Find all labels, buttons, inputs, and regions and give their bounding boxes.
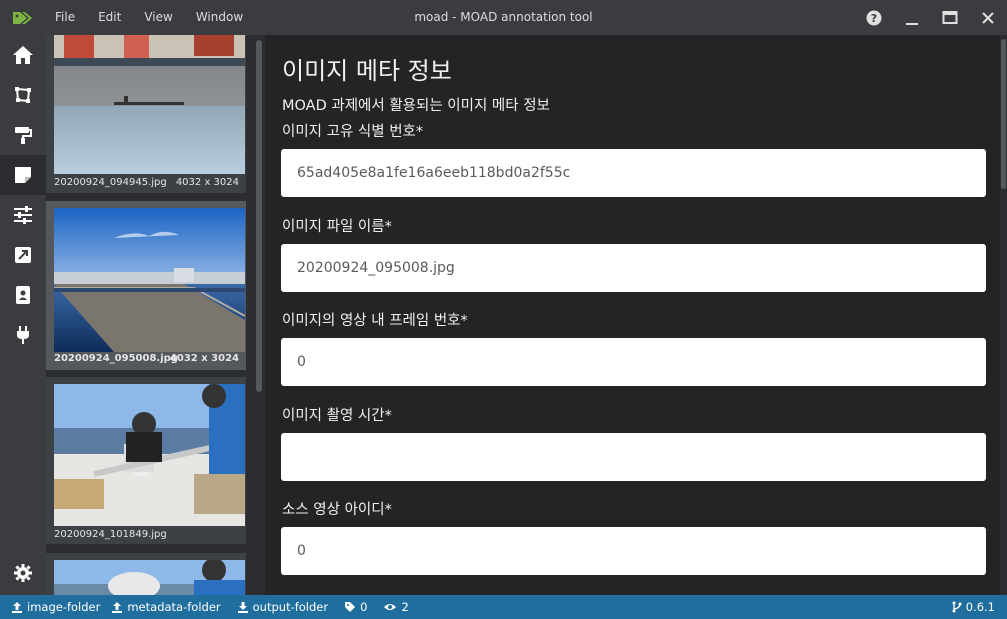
upload-icon: [112, 602, 123, 613]
source-video-id-label: 소스 영상 아이디*: [282, 502, 392, 518]
thumbnail-item[interactable]: [46, 553, 246, 595]
svg-text:?: ?: [871, 12, 877, 25]
minimize-icon[interactable]: [893, 0, 931, 35]
version-label: 0.6.1: [965, 600, 995, 614]
thumbnail-filename: 20200924_095008.jpg: [54, 353, 178, 364]
home-icon[interactable]: [0, 35, 46, 75]
capture-time-label: 이미지 촬영 시간*: [282, 408, 392, 424]
tag-count-value: 0: [360, 600, 368, 614]
sticky-note-icon[interactable]: [0, 155, 46, 195]
frame-number-field[interactable]: 0: [281, 338, 986, 386]
thumbnail-filename: 20200924_094945.jpg: [54, 177, 167, 188]
image-folder-button[interactable]: image-folder: [11, 600, 100, 614]
tag-count: 0: [344, 600, 367, 614]
image-id-label: 이미지 고유 식별 번호*: [282, 124, 424, 140]
title-bar: File Edit View Window moad - MOAD annota…: [0, 0, 1007, 35]
close-icon[interactable]: [969, 0, 1007, 35]
thumbnail-image: [54, 208, 245, 352]
image-id-field[interactable]: 65ad405e8a1fe16a6eeb118bd0a2f55c: [281, 149, 986, 197]
thumbnail-image: [54, 560, 245, 595]
capture-time-field[interactable]: [281, 433, 986, 481]
maximize-icon[interactable]: [931, 0, 969, 35]
menu-edit[interactable]: Edit: [89, 0, 135, 35]
metadata-folder-label: metadata-folder: [127, 600, 221, 614]
download-icon: [237, 602, 248, 613]
menu-bar: File Edit View Window: [46, 0, 257, 35]
image-folder-label: image-folder: [27, 600, 101, 614]
metadata-form: 이미지 메타 정보 MOAD 과제에서 활용되는 이미지 메타 정보 이미지 고…: [265, 35, 1000, 595]
thumbnail-item[interactable]: 20200924_094945.jpg 4032 x 3024: [46, 35, 246, 193]
menu-file[interactable]: File: [46, 0, 89, 35]
page-subtitle: MOAD 과제에서 활용되는 이미지 메타 정보: [282, 98, 550, 114]
view-count-value: 2: [401, 600, 409, 614]
page-title: 이미지 메타 정보: [282, 57, 452, 85]
tag-icon: [0, 0, 46, 35]
thumbnail-image: [54, 384, 245, 526]
thumbnail-image: [54, 35, 245, 174]
sliders-icon[interactable]: [0, 195, 46, 235]
gear-icon[interactable]: [0, 553, 46, 593]
image-filename-field[interactable]: 20200924_095008.jpg: [281, 244, 986, 292]
status-bar: image-folder metadata-folder output-fold…: [0, 595, 1007, 619]
version-info: 0.6.1: [952, 595, 995, 619]
thumbnail-filename: 20200924_101849.jpg: [54, 529, 167, 540]
menu-view[interactable]: View: [135, 0, 186, 35]
left-nav: [0, 35, 46, 595]
thumbnail-dimensions: 4032 x 3024: [169, 353, 239, 364]
output-folder-label: output-folder: [252, 600, 329, 614]
thumbnail-scrollbar[interactable]: [254, 35, 265, 595]
image-filename-label: 이미지 파일 이름*: [282, 219, 392, 235]
plug-icon[interactable]: [0, 315, 46, 355]
upload-icon: [12, 602, 22, 613]
frame-number-label: 이미지의 영상 내 프레임 번호*: [282, 313, 468, 329]
thumbnail-item-selected[interactable]: 20200924_095008.jpg 4032 x 3024: [46, 201, 246, 370]
thumbnail-dimensions: 4032 x 3024: [175, 177, 239, 188]
thumbnail-item[interactable]: 20200924_101849.jpg: [46, 377, 246, 544]
thumbnail-list: 20200924_094945.jpg 4032 x 3024 20200924…: [46, 35, 254, 595]
crop-icon[interactable]: [0, 75, 46, 115]
eye-icon: [384, 604, 397, 610]
code-branch-icon: [952, 601, 962, 613]
form-scrollbar[interactable]: [1000, 35, 1007, 595]
paint-roller-icon[interactable]: [0, 115, 46, 155]
source-video-id-field[interactable]: 0: [281, 527, 986, 575]
view-count: 2: [383, 600, 409, 614]
help-icon[interactable]: ?: [855, 0, 893, 35]
menu-window[interactable]: Window: [187, 0, 257, 35]
external-link-icon[interactable]: [0, 235, 46, 275]
tag-icon: [345, 602, 356, 612]
metadata-folder-button[interactable]: metadata-folder: [111, 600, 221, 614]
address-book-icon[interactable]: [0, 275, 46, 315]
output-folder-button[interactable]: output-folder: [237, 600, 328, 614]
